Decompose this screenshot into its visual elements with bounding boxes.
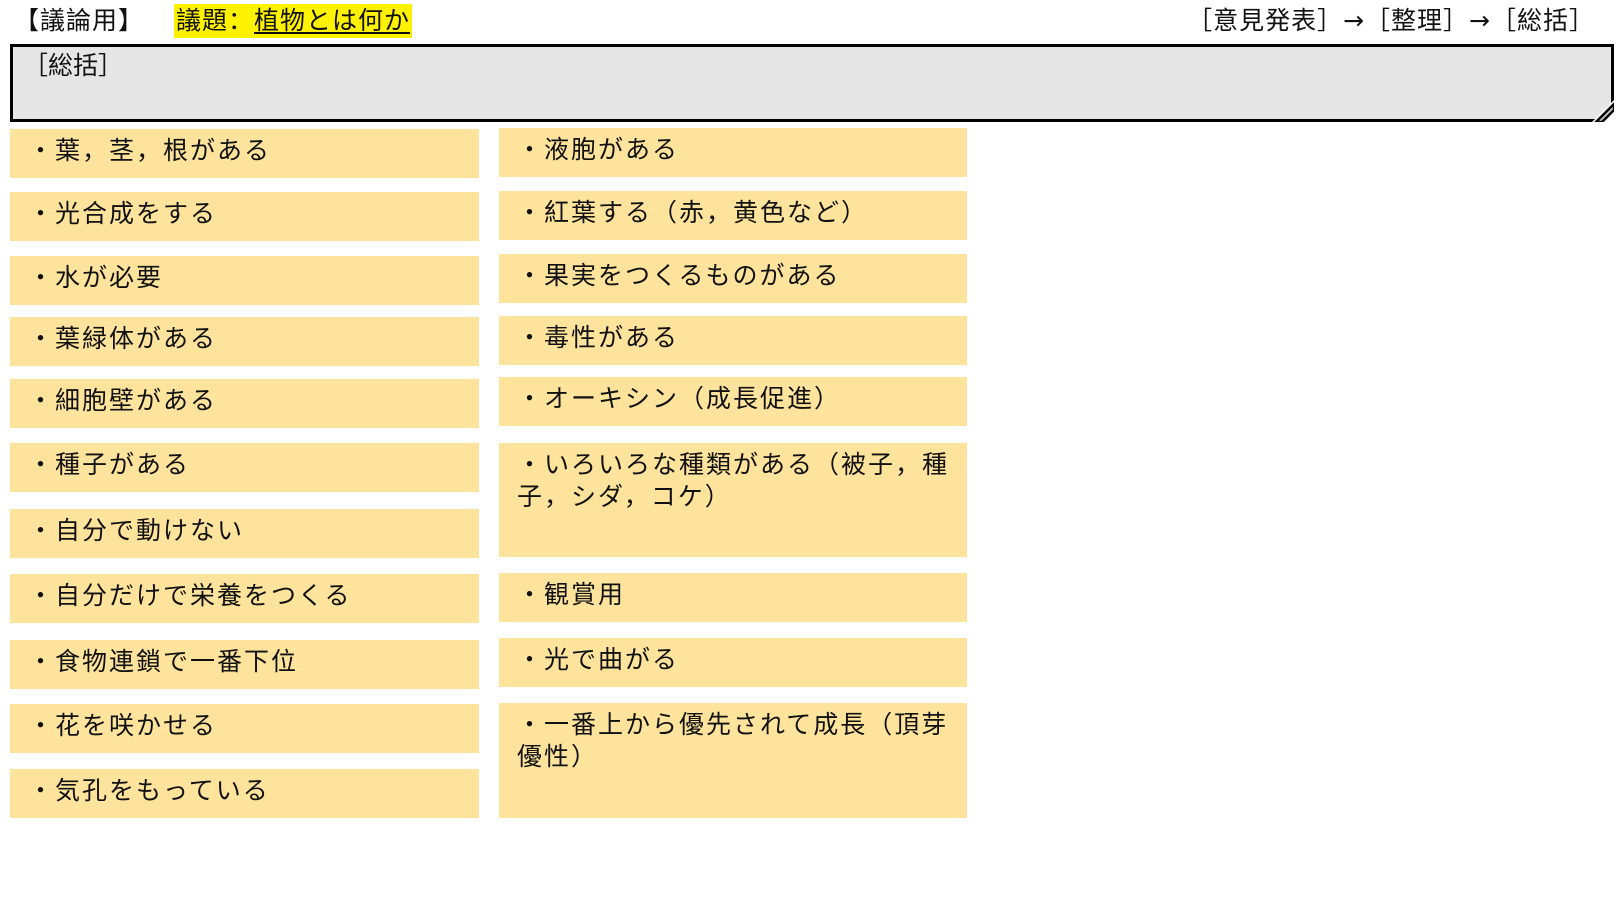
sticky-note[interactable]: ・細胞壁がある [10, 379, 479, 428]
sticky-note[interactable]: ・葉緑体がある [10, 317, 479, 366]
sticky-note[interactable]: ・食物連鎖で一番下位 [10, 640, 479, 689]
topic-heading: 議題：植物とは何か [174, 4, 413, 38]
sticky-note[interactable]: ・液胞がある [499, 128, 967, 177]
topic-prefix: 議題： [176, 6, 255, 35]
sticky-note[interactable]: ・毒性がある [499, 316, 967, 365]
topic-value: 植物とは何か [254, 6, 411, 35]
sticky-note[interactable]: ・自分で動けない [10, 509, 479, 558]
sticky-note[interactable]: ・光合成をする [10, 192, 479, 241]
sticky-note[interactable]: ・気孔をもっている [10, 769, 479, 818]
process-steps: ［意見発表］→［整理］→［総括］ [1187, 6, 1595, 35]
sticky-note[interactable]: ・自分だけで栄養をつくる [10, 574, 479, 623]
sticky-note[interactable]: ・光で曲がる [499, 638, 967, 687]
page-curl-corner [1592, 100, 1614, 122]
sticky-note[interactable]: ・観賞用 [499, 573, 967, 622]
sticky-note[interactable]: ・種子がある [10, 443, 479, 492]
sticky-note[interactable]: ・オーキシン（成長促進） [499, 377, 967, 426]
sticky-note[interactable]: ・紅葉する（赤，黄色など） [499, 191, 967, 240]
discussion-sheet: 【議論用】 議題：植物とは何か ［意見発表］→［整理］→［総括］ ［総括］ ・葉… [0, 0, 1621, 912]
sheet-tag: 【議論用】 [14, 6, 145, 35]
sticky-note[interactable]: ・果実をつくるものがある [499, 254, 967, 303]
sticky-note[interactable]: ・葉，茎，根がある [10, 129, 479, 178]
summary-label: ［総括］ [23, 51, 124, 80]
sticky-note[interactable]: ・いろいろな種類がある（被子，種子，シダ，コケ） [499, 443, 967, 557]
sticky-note[interactable]: ・一番上から優先されて成長（頂芽優性） [499, 703, 967, 818]
sticky-note[interactable]: ・水が必要 [10, 256, 479, 305]
sticky-note[interactable]: ・花を咲かせる [10, 704, 479, 753]
summary-box[interactable]: ［総括］ [10, 44, 1614, 122]
